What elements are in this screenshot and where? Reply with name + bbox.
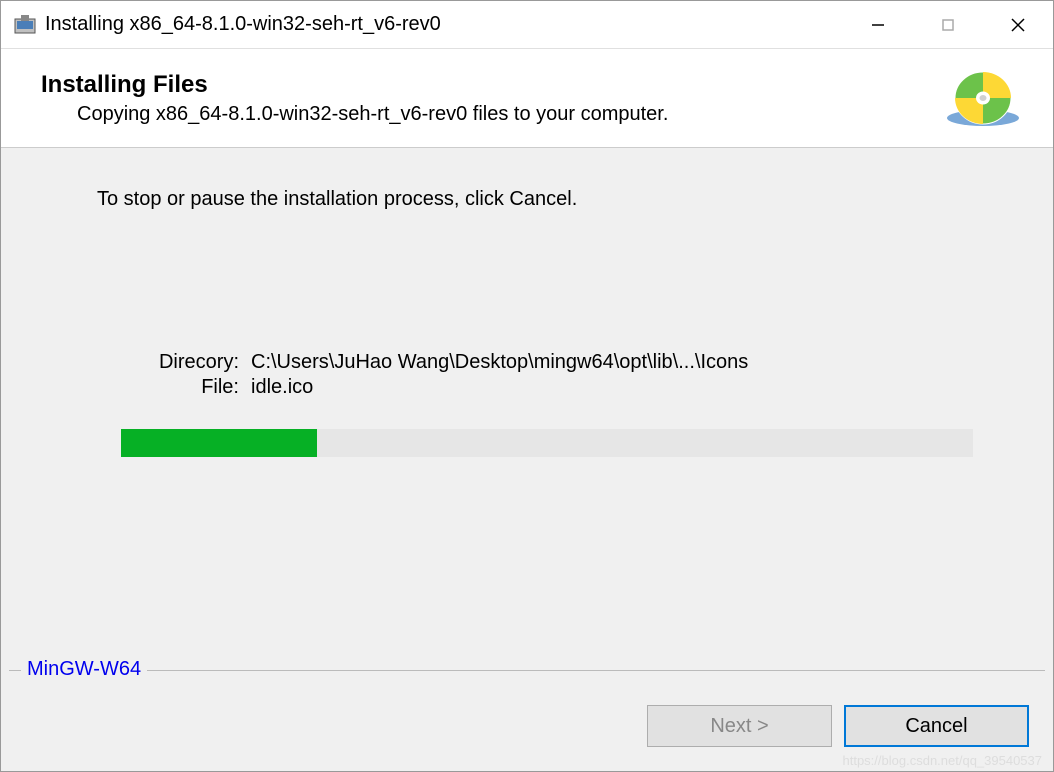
file-value: idle.ico — [251, 376, 993, 399]
next-button: Next > — [647, 705, 832, 747]
divider — [9, 670, 1045, 671]
directory-label: Direcory: — [141, 351, 251, 374]
header-title: Installing Files — [41, 71, 943, 99]
file-label: File: — [141, 376, 251, 399]
maximize-button — [913, 1, 983, 48]
titlebar: Installing x86_64-8.1.0-win32-seh-rt_v6-… — [1, 1, 1053, 49]
disc-icon — [943, 67, 1023, 129]
minimize-button[interactable] — [843, 1, 913, 48]
cancel-button[interactable]: Cancel — [844, 705, 1029, 747]
installer-app-icon — [13, 13, 37, 37]
progress-fill — [121, 429, 317, 457]
instruction-text: To stop or pause the installation proces… — [97, 188, 993, 211]
window-title: Installing x86_64-8.1.0-win32-seh-rt_v6-… — [45, 13, 843, 36]
header-subtitle: Copying x86_64-8.1.0-win32-seh-rt_v6-rev… — [41, 103, 943, 126]
progress-bar — [121, 429, 973, 457]
progress-info: Direcory: C:\Users\JuHao Wang\Desktop\mi… — [141, 351, 993, 399]
main-content: To stop or pause the installation proces… — [1, 148, 1053, 681]
watermark: https://blog.csdn.net/qq_39540537 — [843, 753, 1043, 768]
close-button[interactable] — [983, 1, 1053, 48]
window-controls — [843, 1, 1053, 48]
directory-value: C:\Users\JuHao Wang\Desktop\mingw64\opt\… — [251, 351, 993, 374]
branding-link[interactable]: MinGW-W64 — [21, 658, 147, 681]
wizard-header: Installing Files Copying x86_64-8.1.0-wi… — [1, 49, 1053, 148]
